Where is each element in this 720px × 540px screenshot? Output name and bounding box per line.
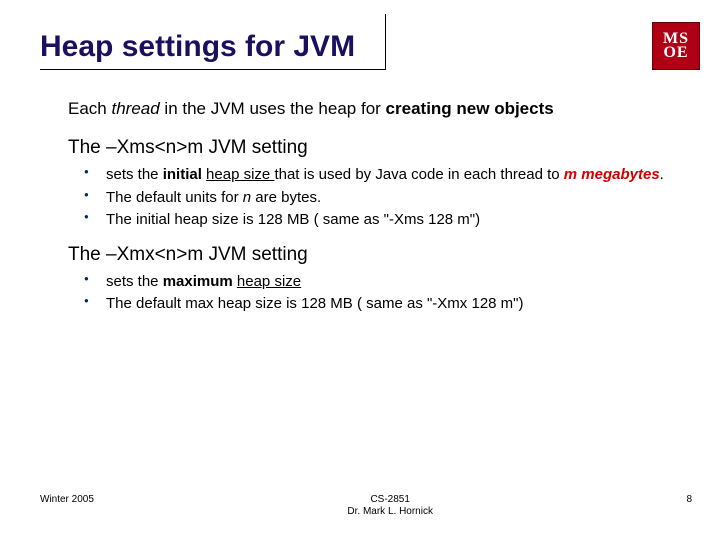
slide-footer: Winter 2005 CS-2851 Dr. Mark L. Hornick …	[0, 494, 720, 518]
xms-heading: The –Xms<n>m JVM setting	[68, 137, 670, 159]
footer-center: CS-2851 Dr. Mark L. Hornick	[347, 494, 433, 518]
xms-list: sets the initial heap size that is used …	[68, 165, 670, 230]
xmx-heading: The –Xmx<n>m JVM setting	[68, 244, 670, 266]
slide-title: Heap settings for JVM	[40, 30, 385, 70]
li-text: The initial heap size is 128 MB ( same a…	[106, 211, 480, 228]
intro-thread: thread	[111, 99, 159, 118]
intro-bold: creating new objects	[386, 99, 554, 118]
li-bold: initial	[163, 166, 206, 183]
intro-paragraph: Each thread in the JVM uses the heap for…	[68, 98, 670, 119]
li-text: are bytes.	[251, 189, 321, 206]
list-item: sets the initial heap size that is used …	[84, 165, 670, 185]
footer-left: Winter 2005	[40, 494, 94, 505]
li-underline: heap size	[206, 166, 274, 183]
list-item: The initial heap size is 128 MB ( same a…	[84, 210, 670, 230]
title-row: Heap settings for JVM	[40, 30, 680, 70]
footer-author: Dr. Mark L. Hornick	[347, 506, 433, 518]
footer-course: CS-2851	[347, 494, 433, 506]
li-text: The default max heap size is 128 MB ( sa…	[106, 295, 523, 312]
list-item: sets the maximum heap size	[84, 272, 670, 292]
msoe-logo-box: MS OE	[652, 22, 700, 70]
slide-body: Each thread in the JVM uses the heap for…	[40, 98, 680, 315]
title-divider	[385, 14, 386, 70]
intro-mid: in the JVM uses the heap for	[160, 99, 386, 118]
logo-line-2: OE	[663, 46, 688, 60]
footer-page-number: 8	[686, 494, 692, 505]
li-text: that is used by Java code in each thread…	[274, 166, 563, 183]
li-italic: n	[243, 189, 251, 206]
list-item: The default max heap size is 128 MB ( sa…	[84, 294, 670, 314]
li-text: sets the	[106, 166, 163, 183]
li-text: .	[660, 166, 664, 183]
intro-pre: Each	[68, 99, 111, 118]
li-bold: maximum	[163, 273, 237, 290]
li-text: sets the	[106, 273, 163, 290]
li-underline: heap size	[237, 273, 301, 290]
xmx-list: sets the maximum heap size The default m…	[68, 272, 670, 315]
msoe-logo: MS OE	[652, 22, 700, 70]
li-emphasis: m megabytes	[564, 166, 660, 183]
li-text: The default units for	[106, 189, 243, 206]
list-item: The default units for n are bytes.	[84, 188, 670, 208]
slide: MS OE Heap settings for JVM Each thread …	[0, 0, 720, 540]
